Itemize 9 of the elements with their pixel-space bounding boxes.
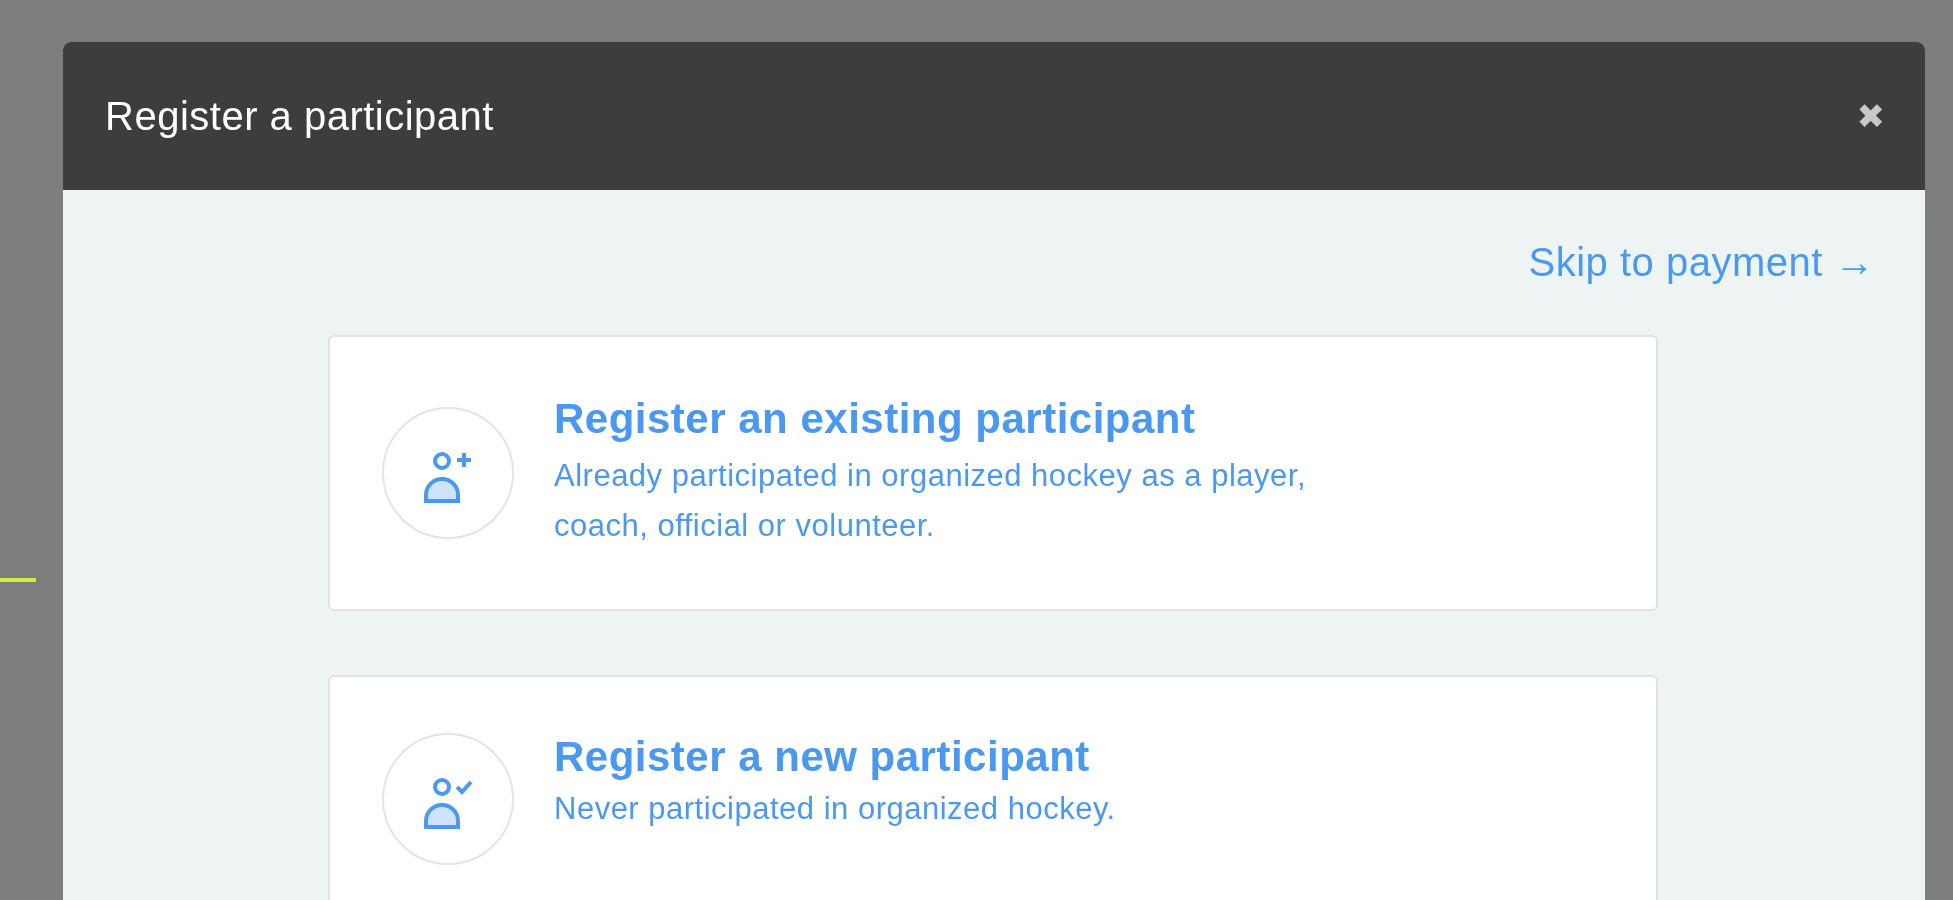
close-button[interactable]: ✖ <box>1856 96 1885 136</box>
skip-to-payment-link[interactable]: Skip to payment → <box>1528 240 1875 285</box>
option-card[interactable]: Register a new participant Never participated in organized hockey. <box>328 675 1658 900</box>
option-card[interactable]: Register an existing participant Already participated in organized hockey as a player, coach, official or volunteer. <box>328 335 1658 611</box>
option-description: Never participated in organized hockey. <box>554 790 1116 828</box>
dialog-title: Register a participant <box>105 93 494 139</box>
option-description: Already participated in organized hockey as a player, coach, official or volunteer. <box>554 457 1307 545</box>
option-title: Register a new participant <box>554 733 1091 781</box>
option-title: Register an existing participant <box>554 395 1197 444</box>
